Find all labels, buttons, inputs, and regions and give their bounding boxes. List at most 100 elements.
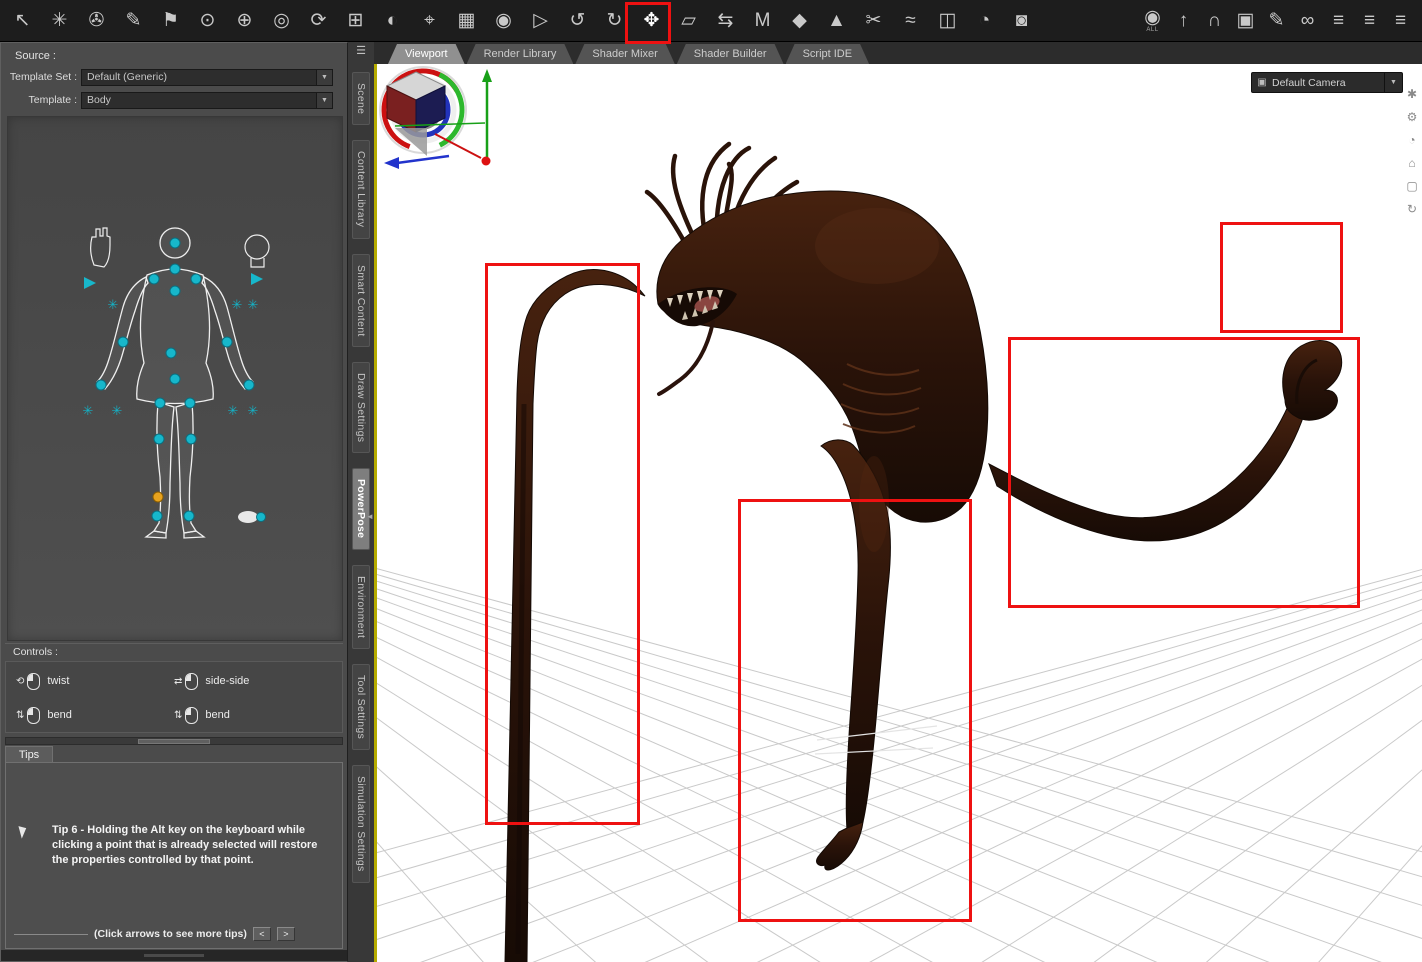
aim-tool-icon[interactable]: ⌖	[411, 3, 448, 39]
gift-icon[interactable]: ▣	[1230, 3, 1261, 39]
toolbar-right-group: ◉ ALL ↑ ∩ ▣ ✎ ∞ ≡ ≡ ≡	[1137, 3, 1418, 39]
tab-tool-settings[interactable]: Tool Settings	[352, 664, 370, 751]
camera-selector[interactable]: ▣ Default Camera ▼	[1251, 72, 1403, 93]
panel-scrollbar[interactable]	[5, 737, 343, 745]
svg-text:✳: ✳	[108, 298, 119, 313]
grid-tool-icon[interactable]: ⊞	[337, 3, 374, 39]
mouse-icon	[185, 672, 199, 690]
hump-highlight	[815, 208, 939, 284]
refresh-icon[interactable]: ↻	[1407, 203, 1417, 215]
hand-select-triangle	[84, 277, 96, 289]
tab-powerpose[interactable]: PowerPose	[352, 468, 370, 550]
clock-tool-icon[interactable]: ◔	[966, 3, 1003, 39]
template-label: Template :	[28, 94, 77, 106]
top-toolbar: ↖ ✳ ✇ ✎ ⚑ ⊙ ⊕ ◎ ⟳ ⊞ ◐ ⌖ ▦ ◉ ▷ ↺ ↻ ✥ ▱ ⇆ …	[0, 0, 1422, 42]
flag-tool-icon[interactable]: ⚑	[152, 3, 189, 39]
frame-icon[interactable]: ▢	[1406, 180, 1417, 192]
active-joint-dot	[152, 491, 164, 503]
scissors-tool-icon[interactable]: ✂	[855, 3, 892, 39]
highlight-box-front-leg	[738, 499, 972, 922]
pen-tool-icon[interactable]: ✎	[115, 3, 152, 39]
vptab-viewport[interactable]: Viewport	[388, 44, 465, 64]
control-bend-right: ⇅ bend	[174, 698, 332, 732]
mixer-c-icon[interactable]: ≡	[1385, 3, 1416, 39]
chevron-down-icon[interactable]: ▼	[1384, 73, 1402, 92]
scrollbar-handle[interactable]	[138, 738, 210, 744]
visibility-all-icon[interactable]: ◉ ALL	[1137, 3, 1168, 39]
orbit-partial-icon[interactable]: ◔	[1408, 134, 1415, 146]
mouse-arrow-icon: ⇅	[174, 709, 183, 721]
panel-collapse-icon[interactable]: ◄	[366, 512, 374, 521]
tab-simulation-settings[interactable]: Simulation Settings	[352, 765, 370, 883]
camera-icon: ▣	[1257, 77, 1267, 88]
template-row: Template : Body ▼	[1, 91, 347, 109]
tab-content-library[interactable]: Content Library	[352, 140, 370, 239]
mixer-b-icon[interactable]: ≡	[1354, 3, 1385, 39]
tab-environment[interactable]: Environment	[352, 564, 370, 650]
template-set-select[interactable]: Default (Generic) ▼	[81, 68, 333, 86]
rotate-tool-icon[interactable]: ⟳	[300, 3, 337, 39]
orbit-tool-icon[interactable]: ⊙	[189, 3, 226, 39]
next-tip-button[interactable]: >	[276, 927, 295, 941]
vptab-shader-builder[interactable]: Shader Builder	[677, 44, 784, 64]
vptab-script-ide[interactable]: Script IDE	[786, 44, 870, 64]
tips-tab[interactable]: Tips	[5, 746, 53, 763]
burst-tool-icon[interactable]: ✳	[41, 3, 78, 39]
axis-origin-dot	[481, 156, 491, 166]
play-tool-icon[interactable]: ▷	[522, 3, 559, 39]
svg-text:✳: ✳	[232, 298, 243, 313]
diamond-tool-icon[interactable]: ◆	[781, 3, 818, 39]
highlight-box-front-arm	[485, 263, 640, 825]
hand-icon	[90, 227, 111, 268]
vptab-shader-mixer[interactable]: Shader Mixer	[575, 44, 674, 64]
swap-tool-icon[interactable]: ⇆	[707, 3, 744, 39]
wedge-tool-icon[interactable]: ▲	[818, 3, 855, 39]
control-bend-left: ⇅ bend	[16, 698, 174, 732]
prev-tip-button[interactable]: <	[252, 927, 271, 941]
binoculars-icon[interactable]: ∞	[1292, 3, 1323, 39]
vptab-render-library[interactable]: Render Library	[467, 44, 574, 64]
target-tool-icon[interactable]: ◎	[263, 3, 300, 39]
panel-tool-icon[interactable]: ◫	[929, 3, 966, 39]
render-block-tool-icon[interactable]: ▦	[448, 3, 485, 39]
head-icon	[244, 234, 270, 268]
svg-text:✳: ✳	[248, 404, 259, 419]
pencil-icon[interactable]: ✎	[1261, 3, 1292, 39]
axis-plane-triangle	[395, 128, 427, 156]
select-tool-icon[interactable]: ↖	[4, 3, 41, 39]
pose-body-diagram[interactable]: ✳ ✳ ✳ ✳ ✳ ✳ ✳	[7, 116, 343, 641]
headphones-icon[interactable]: ∩	[1199, 3, 1230, 39]
add-node-tool-icon[interactable]: ⊕	[226, 3, 263, 39]
chevron-down-icon[interactable]: ▼	[316, 69, 332, 85]
sphere-tool-icon[interactable]: ◐	[374, 3, 411, 39]
pane-list-icon[interactable]: ☰	[356, 45, 366, 57]
mixer-a-icon[interactable]: ≡	[1323, 3, 1354, 39]
axis-gizmo[interactable]	[377, 64, 500, 175]
undo-tool-icon[interactable]: ↺	[559, 3, 596, 39]
camera-tool-icon[interactable]: ◙	[1003, 3, 1040, 39]
mouse-icon	[185, 706, 199, 724]
cursor-icon	[18, 824, 29, 839]
head-select-triangle	[251, 273, 263, 285]
tab-draw-settings[interactable]: Draw Settings	[352, 362, 370, 454]
settings-gear-icon[interactable]: ⚙	[1407, 111, 1418, 123]
tab-scene[interactable]: Scene	[352, 72, 370, 126]
gear-burst-icon[interactable]: ✱	[1407, 88, 1417, 100]
control-side-side: ⇄ side-side	[174, 664, 332, 698]
eye-dot-tool-icon[interactable]: ◉	[485, 3, 522, 39]
compass-tool-icon[interactable]: ✇	[78, 3, 115, 39]
chevron-down-icon[interactable]: ▼	[316, 92, 332, 108]
home-icon[interactable]: ⌂	[1408, 157, 1415, 169]
plane-tool-icon[interactable]: ▱	[670, 3, 707, 39]
measure-tool-icon[interactable]: M	[744, 3, 781, 39]
panel-bottom-bar	[1, 950, 347, 961]
tips-footer-text: (Click arrows to see more tips)	[94, 928, 247, 940]
wave-tool-icon[interactable]: ≈	[892, 3, 929, 39]
app-window: ↖ ✳ ✇ ✎ ⚑ ⊙ ⊕ ◎ ⟳ ⊞ ◐ ⌖ ▦ ◉ ▷ ↺ ↻ ✥ ▱ ⇆ …	[0, 0, 1422, 962]
tab-smart-content[interactable]: Smart Content	[352, 253, 370, 348]
template-select[interactable]: Body ▼	[81, 91, 333, 109]
tips-footer: (Click arrows to see more tips) < >	[14, 926, 334, 942]
person-export-icon[interactable]: ↑	[1168, 3, 1199, 39]
camera-selector-value: Default Camera	[1272, 76, 1346, 89]
mouse-arrow-icon: ⟲	[16, 675, 25, 687]
